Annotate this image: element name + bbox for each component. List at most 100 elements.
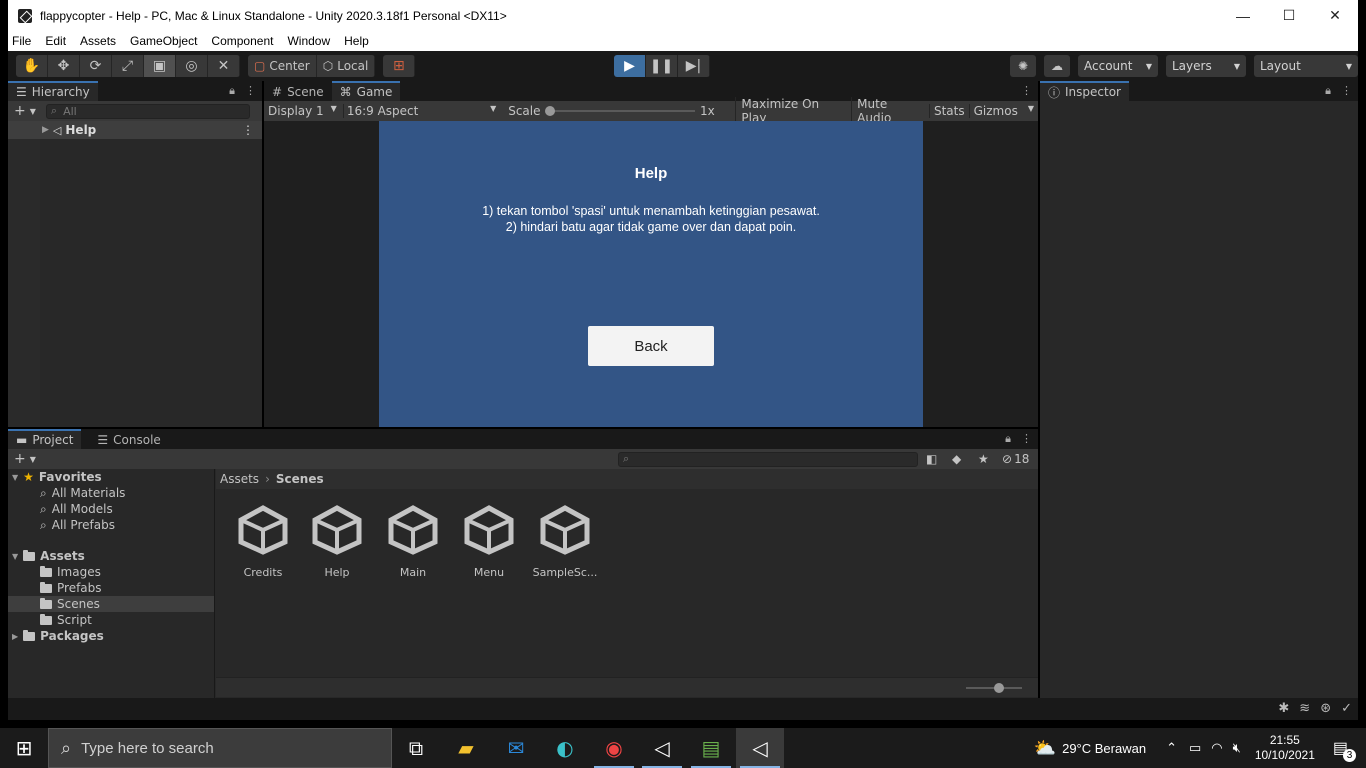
chevron-down-icon[interactable]: ▼ — [30, 107, 36, 116]
asset-scene-help[interactable]: Help — [299, 500, 375, 579]
menu-gameobject[interactable]: GameObject — [123, 34, 204, 48]
asset-scene-samplescene[interactable]: SampleSc... — [527, 500, 603, 579]
more-icon[interactable]: ⋮ — [242, 123, 254, 137]
transform-tool-icon[interactable]: ◎ — [176, 55, 208, 77]
play-button[interactable]: ▶ — [614, 55, 646, 77]
expand-arrow-icon[interactable]: ▶ — [12, 632, 18, 641]
wifi-icon[interactable]: ◠ — [1211, 740, 1222, 756]
check-circle-icon[interactable]: ✓ — [1341, 701, 1352, 716]
menu-help[interactable]: Help — [337, 34, 376, 48]
lock-icon[interactable]: 🔒︎ — [1325, 84, 1331, 98]
label-tag-icon[interactable]: ◆ — [952, 452, 961, 466]
tree-item-images[interactable]: Images — [40, 564, 101, 580]
tree-item-scenes[interactable]: Scenes — [8, 596, 214, 612]
aspect-dropdown[interactable]: 16:9 Aspect ▼ — [342, 104, 500, 118]
hidden-packages-toggle[interactable]: ⊘ 18 — [1002, 452, 1029, 466]
add-icon[interactable]: + — [8, 451, 30, 467]
auto-gen-lighting-icon[interactable]: ⊛ — [1320, 701, 1331, 716]
slider-handle[interactable] — [544, 106, 555, 116]
bug-icon[interactable]: ✱ — [1278, 701, 1289, 716]
unity-editor-icon[interactable]: ◁ — [736, 728, 784, 768]
move-tool-icon[interactable]: ✥ — [48, 55, 80, 77]
step-button[interactable]: ▶| — [678, 55, 710, 77]
lock-icon[interactable]: 🔒︎ — [1005, 432, 1011, 446]
icon-size-slider-handle[interactable] — [994, 683, 1004, 693]
hand-tool-icon[interactable]: ✋ — [16, 55, 48, 77]
volume-muted-icon[interactable]: 🔇︎ — [1233, 740, 1241, 756]
clock[interactable]: 21:55 10/10/2021 — [1255, 733, 1315, 763]
asset-scene-menu[interactable]: Menu — [451, 500, 527, 579]
tree-item-script[interactable]: Script — [40, 612, 92, 628]
add-icon[interactable]: + — [8, 103, 30, 119]
project-search-input[interactable]: ⌕ — [618, 451, 918, 467]
menu-window[interactable]: Window — [280, 34, 337, 48]
cloud-icon[interactable]: ☁ — [1044, 55, 1070, 77]
pivot-center-button[interactable]: ▢ Center — [248, 55, 317, 77]
menu-edit[interactable]: Edit — [38, 34, 73, 48]
cache-icon[interactable]: ≋ — [1299, 701, 1310, 716]
close-button[interactable]: ✕ — [1312, 0, 1358, 31]
filter-type-icon[interactable]: ◧ — [926, 452, 937, 466]
unity-hub-icon[interactable]: ◁ — [638, 728, 686, 768]
display-dropdown[interactable]: Display 1 ▼ — [264, 104, 343, 118]
account-dropdown[interactable]: Account ▼ — [1078, 55, 1158, 77]
rotate-tool-icon[interactable]: ⟳ — [80, 55, 112, 77]
star-icon[interactable]: ★ — [978, 452, 989, 466]
tab-scene[interactable]: # Scene — [264, 81, 332, 101]
tree-item-favorites[interactable]: ▼ ★ Favorites — [12, 469, 102, 485]
tree-item-prefabs[interactable]: Prefabs — [40, 580, 102, 596]
menu-assets[interactable]: Assets — [73, 34, 123, 48]
tree-item-assets[interactable]: ▼ Assets — [12, 548, 85, 564]
tab-console[interactable]: ☰ Console — [89, 429, 169, 449]
task-view-icon[interactable]: ⧉ — [392, 728, 440, 768]
more-icon[interactable]: ⋮ — [245, 84, 256, 98]
more-icon[interactable]: ⋮ — [1341, 84, 1352, 98]
mail-icon[interactable]: ✉ — [492, 728, 540, 768]
expand-arrow-icon[interactable]: ▶ — [42, 125, 49, 135]
asset-scene-main[interactable]: Main — [375, 500, 451, 579]
chevron-down-icon[interactable]: ▼ — [30, 455, 36, 464]
layout-dropdown[interactable]: Layout ▼ — [1254, 55, 1358, 77]
custom-tool-icon[interactable]: ✕ — [208, 55, 240, 77]
scale-tool-icon[interactable]: ⤢ — [112, 55, 144, 77]
tree-item-all-materials[interactable]: ⌕ All Materials — [40, 485, 125, 501]
tab-inspector[interactable]: ⓘ Inspector — [1040, 81, 1129, 101]
hierarchy-search-input[interactable]: ⌕ All — [45, 103, 250, 119]
windows-start-icon[interactable]: ⊞ — [0, 728, 48, 768]
more-icon[interactable]: ⋮ — [1021, 432, 1032, 446]
tab-project[interactable]: ▬ Project — [8, 429, 82, 449]
weather-text[interactable]: 29°C Berawan — [1062, 741, 1146, 756]
notification-center-icon[interactable]: ▤ 3 — [1333, 738, 1356, 762]
hierarchy-item-help[interactable]: ▶ ◁ Help ⋮ — [8, 121, 262, 139]
scale-slider[interactable] — [544, 105, 695, 117]
layers-dropdown[interactable]: Layers ▼ — [1166, 55, 1246, 77]
battery-icon[interactable]: ▭ — [1189, 740, 1201, 756]
maximize-button[interactable]: ☐ — [1266, 0, 1312, 31]
lock-icon[interactable]: 🔒︎ — [229, 84, 235, 98]
tree-item-all-models[interactable]: ⌕ All Models — [40, 501, 113, 517]
minimize-button[interactable]: — — [1220, 0, 1266, 31]
edge-browser-icon[interactable]: ◐ — [541, 728, 589, 768]
tree-item-all-prefabs[interactable]: ⌕ All Prefabs — [40, 517, 115, 533]
tab-game[interactable]: ⌘ Game — [331, 81, 401, 101]
weather-cloud-sun-icon[interactable]: ⛅ — [1034, 738, 1056, 759]
file-explorer-icon[interactable]: ▰ — [442, 728, 490, 768]
more-icon[interactable]: ⋮ — [1021, 84, 1032, 97]
rect-tool-icon[interactable]: ▣ — [144, 55, 176, 77]
pivot-local-button[interactable]: ⬡ Local — [317, 55, 376, 77]
asset-scene-credits[interactable]: Credits — [225, 500, 301, 579]
menu-file[interactable]: File — [8, 34, 38, 48]
chrome-browser-icon[interactable]: ◉ — [590, 728, 638, 768]
gizmos-dropdown[interactable]: Gizmos ▼ — [968, 104, 1038, 118]
sheet-app-icon[interactable]: ▤ — [687, 728, 735, 768]
taskbar-search-input[interactable]: ⌕ Type here to search — [48, 728, 392, 768]
back-button[interactable]: Back — [588, 326, 714, 366]
tab-hierarchy[interactable]: ☰ Hierarchy — [8, 81, 98, 101]
stats-toggle[interactable]: Stats — [928, 104, 969, 118]
tree-item-packages[interactable]: ▶ Packages — [12, 628, 104, 644]
chevron-up-icon[interactable]: ⌃ — [1166, 740, 1177, 756]
grid-snap-icon[interactable]: ⊞ — [383, 55, 416, 77]
expand-arrow-icon[interactable]: ▼ — [12, 473, 18, 482]
pause-button[interactable]: ❚❚ — [646, 55, 678, 77]
breadcrumb-assets[interactable]: Assets — [220, 472, 259, 486]
